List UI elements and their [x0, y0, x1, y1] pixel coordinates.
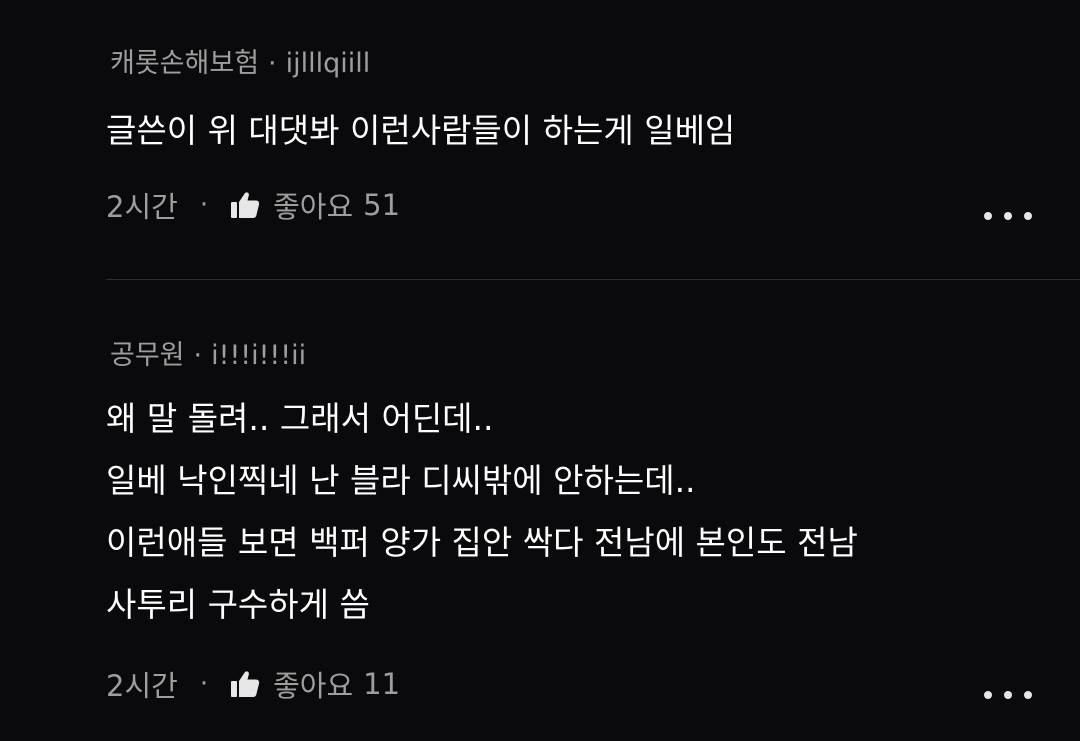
like-button[interactable]: 좋아요 51 [230, 184, 400, 226]
more-horizontal-icon [1024, 691, 1032, 699]
comment-body-line: 왜 말 돌려.. 그래서 어딘데.. [106, 399, 494, 438]
comment-body-line: 사투리 구수하게 씀 [106, 585, 370, 624]
comment-meta: 2시간 · 좋아요 51 [106, 185, 400, 225]
more-horizontal-icon [1024, 212, 1032, 220]
comment-item: 캐롯손해보험 · ijlllqiill 글쓴이 위 대댓봐 이런사람들이 하는게 일… [0, 0, 1080, 279]
comment-time: 2시간 [106, 190, 178, 224]
like-count: 51 [363, 188, 401, 222]
comment-meta: 2시간 · 좋아요 11 [106, 664, 400, 704]
like-count: 11 [363, 667, 401, 701]
comment-item: 공무원 · i!!!i!!!ii 왜 말 돌려.. 그래서 어딘데.. 일베 낙인찍… [0, 280, 1080, 741]
author-name[interactable]: 캐롯손해보험 [110, 48, 259, 79]
thumbs-up-icon [231, 671, 260, 697]
comment-author-line: 캐롯손해보험 · ijlllqiill [110, 50, 370, 77]
like-label: 좋아요 [273, 190, 354, 224]
more-options-button[interactable] [984, 204, 1032, 228]
comment-body-line: 일베 낙인찍네 난 블라 디씨밖에 안하는데.. [106, 461, 696, 500]
like-label: 좋아요 [273, 669, 354, 703]
author-separator: · [268, 48, 277, 79]
meta-separator: · [199, 669, 209, 699]
comment-body-line: 글쓴이 위 대댓봐 이런사람들이 하는게 일베임 [106, 111, 736, 150]
more-horizontal-icon [1004, 691, 1012, 699]
more-horizontal-icon [984, 691, 992, 699]
more-horizontal-icon [984, 212, 992, 220]
comment-time: 2시간 [106, 669, 178, 703]
comment-body: 글쓴이 위 대댓봐 이런사람들이 하는게 일베임 [106, 100, 735, 162]
like-button[interactable]: 좋아요 11 [230, 663, 400, 705]
comment-body-line: 이런애들 보면 백퍼 양가 집안 싹다 전남에 본인도 전남 [106, 523, 858, 562]
comment-body: 왜 말 돌려.. 그래서 어딘데.. 일베 낙인찍네 난 블라 디씨밖에 안하는… [106, 388, 858, 636]
more-horizontal-icon [1004, 212, 1012, 220]
author-username[interactable]: i!!!i!!!ii [211, 340, 306, 371]
thumbs-up-icon [231, 192, 260, 218]
more-options-button[interactable] [984, 683, 1032, 707]
author-username[interactable]: ijlllqiill [286, 48, 371, 79]
comment-author-line: 공무원 · i!!!i!!!ii [110, 342, 306, 369]
author-name[interactable]: 공무원 [110, 340, 185, 371]
author-separator: · [193, 340, 203, 371]
meta-separator: · [199, 190, 209, 220]
